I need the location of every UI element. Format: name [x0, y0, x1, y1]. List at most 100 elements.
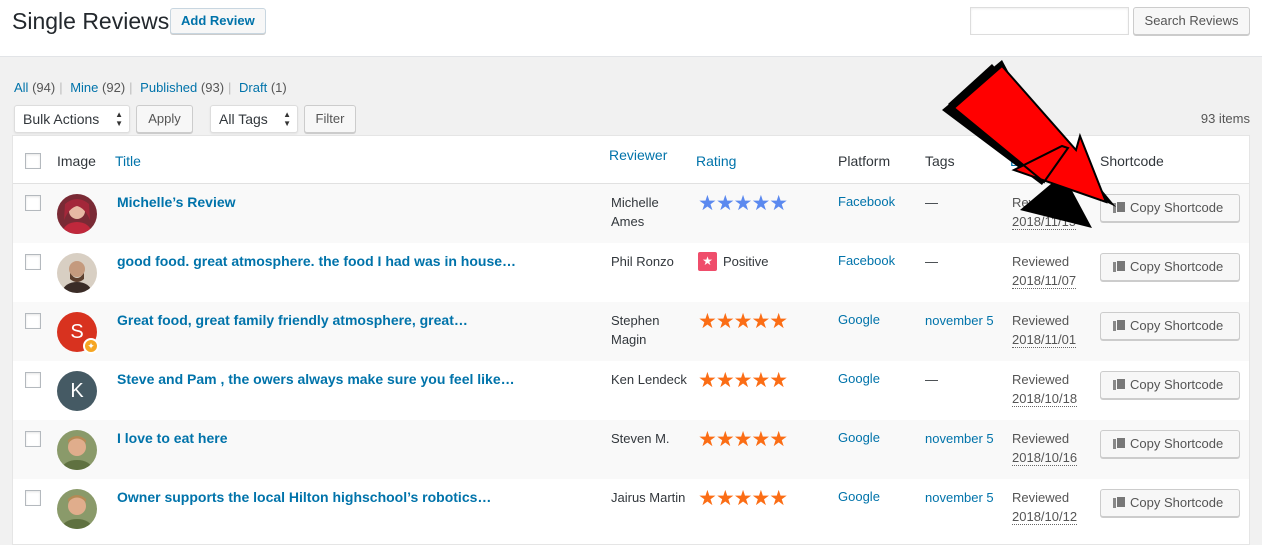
star-rating: ★★★★★ — [698, 487, 788, 510]
copy-icon — [1113, 437, 1126, 449]
table-row: good food. great atmosphere. the food I … — [13, 243, 1249, 302]
view-mine-link[interactable]: Mine — [70, 80, 98, 95]
search-reviews-button[interactable]: Search Reviews — [1133, 7, 1250, 35]
bulk-actions-value: Bulk Actions — [23, 111, 100, 127]
row-checkbox[interactable] — [25, 254, 41, 270]
column-reviewer[interactable]: Reviewer — [609, 147, 667, 163]
select-arrows-icon: ▲ ▼ — [115, 110, 123, 128]
copy-shortcode-button[interactable]: Copy Shortcode — [1100, 312, 1240, 340]
review-status: Reviewed — [1012, 372, 1070, 387]
table-row: S ✦ Great food, great family friendly at… — [13, 302, 1249, 361]
avatar — [57, 194, 97, 234]
column-image: Image — [57, 153, 96, 169]
avatar-letter: S — [70, 321, 84, 343]
add-review-button[interactable]: Add Review — [170, 8, 266, 34]
view-published-count: (93) — [200, 80, 225, 95]
copy-shortcode-button[interactable]: Copy Shortcode — [1100, 430, 1240, 458]
review-date: Reviewed 2018/10/16 — [1012, 429, 1078, 467]
review-date-value: 2018/10/18 — [1012, 391, 1078, 407]
copy-shortcode-label: Copy Shortcode — [1130, 495, 1224, 510]
row-checkbox[interactable] — [25, 431, 41, 447]
review-date-value: 2018/10/12 — [1012, 509, 1078, 525]
star-rating: ★★★★★ — [698, 192, 788, 215]
copy-icon — [1113, 319, 1126, 331]
platform-link[interactable]: Google — [838, 430, 880, 445]
view-published-link[interactable]: Published — [140, 80, 197, 95]
reviewer-name: Stephen Magin — [611, 313, 660, 347]
copy-shortcode-label: Copy Shortcode — [1130, 436, 1224, 451]
review-title-link[interactable]: I love to eat here — [117, 430, 227, 446]
copy-shortcode-button[interactable]: Copy Shortcode — [1100, 253, 1240, 281]
copy-shortcode-label: Copy Shortcode — [1130, 318, 1224, 333]
column-rating[interactable]: Rating — [696, 153, 736, 169]
review-title-link[interactable]: Michelle’s Review — [117, 194, 236, 210]
avatar — [57, 489, 97, 529]
search-input[interactable] — [970, 7, 1129, 35]
avatar-letter: K — [70, 380, 84, 402]
avatar — [57, 430, 97, 470]
row-checkbox[interactable] — [25, 490, 41, 506]
avatar: K — [57, 371, 97, 411]
copy-icon — [1113, 496, 1126, 508]
platform-link[interactable]: Facebook — [838, 253, 895, 268]
platform-link[interactable]: Google — [838, 312, 880, 327]
review-title-link[interactable]: Steve and Pam , the owers always make su… — [117, 371, 515, 387]
review-date-value: 2018/11/01 — [1012, 332, 1077, 348]
page-title: Single Reviews — [12, 8, 170, 34]
copy-shortcode-label: Copy Shortcode — [1130, 259, 1224, 274]
review-title-link[interactable]: Owner supports the local Hilton highscho… — [117, 489, 491, 505]
row-checkbox[interactable] — [25, 195, 41, 211]
view-mine-count: (92) — [102, 80, 126, 95]
tags-select-value: All Tags — [219, 111, 268, 127]
view-all-count: (94) — [32, 80, 56, 95]
review-title-link[interactable]: good food. great atmosphere. the food I … — [117, 253, 516, 269]
copy-icon — [1113, 260, 1126, 272]
recommendation-icon: ★ — [698, 252, 717, 271]
copy-shortcode-button[interactable]: Copy Shortcode — [1100, 489, 1240, 517]
review-status: Reviewed — [1012, 490, 1070, 505]
reviewer-name: Michelle Ames — [611, 195, 659, 229]
avatar — [57, 253, 97, 293]
local-guide-badge-icon: ✦ — [83, 338, 99, 354]
copy-icon — [1113, 378, 1126, 390]
view-draft-link[interactable]: Draft — [239, 80, 267, 95]
tag-link[interactable]: november 5 — [925, 488, 997, 507]
platform-link[interactable]: Facebook — [838, 194, 895, 209]
copy-shortcode-label: Copy Shortcode — [1130, 377, 1224, 392]
view-draft-count: (1) — [270, 80, 287, 95]
review-status: Reviewed — [1012, 431, 1070, 446]
tag-link[interactable]: november 5 — [925, 429, 997, 448]
platform-link[interactable]: Google — [838, 489, 880, 504]
row-checkbox[interactable] — [25, 372, 41, 388]
tag-link[interactable]: november 5 — [925, 311, 997, 330]
review-title-link[interactable]: Great food, great family friendly atmosp… — [117, 312, 468, 328]
review-status: Reviewed — [1012, 254, 1070, 269]
copy-shortcode-button[interactable]: Copy Shortcode — [1100, 371, 1240, 399]
review-date-value: 2018/11/07 — [1012, 273, 1077, 289]
filter-button[interactable]: Filter — [304, 105, 356, 133]
review-date: Reviewed 2018/11/01 — [1012, 311, 1077, 349]
avatar: S ✦ — [57, 312, 99, 354]
reviewer-name: Phil Ronzo — [611, 254, 674, 269]
reviewer-name: Ken Lendeck — [611, 372, 687, 387]
review-status: Reviewed — [1012, 313, 1070, 328]
bulk-actions-select[interactable]: Bulk Actions ▲ ▼ — [14, 105, 130, 133]
select-all-checkbox[interactable] — [25, 153, 41, 169]
select-arrows-icon: ▲ ▼ — [283, 110, 291, 128]
star-rating: ★★★★★ — [698, 369, 788, 392]
platform-link[interactable]: Google — [838, 371, 880, 386]
apply-button[interactable]: Apply — [136, 105, 193, 133]
view-all-link[interactable]: All — [14, 80, 28, 95]
row-checkbox[interactable] — [25, 313, 41, 329]
view-filters: All (94) | Mine (92) | Published (93) | Dra… — [14, 80, 287, 95]
review-date: Reviewed 2018/10/12 — [1012, 488, 1078, 526]
star-rating: ★★★★★ — [698, 428, 788, 451]
tags-select[interactable]: All Tags ▲ ▼ — [210, 105, 298, 133]
tags-cell: — — [925, 372, 938, 387]
page-header: Single Reviews Add Review Search Reviews — [0, 0, 1262, 57]
review-date: Reviewed 2018/11/07 — [1012, 252, 1077, 290]
review-date: Reviewed 2018/10/18 — [1012, 370, 1078, 408]
red-arrow-annotation — [942, 60, 1116, 228]
column-title[interactable]: Title — [115, 153, 141, 169]
rating-text: Positive — [723, 254, 769, 269]
